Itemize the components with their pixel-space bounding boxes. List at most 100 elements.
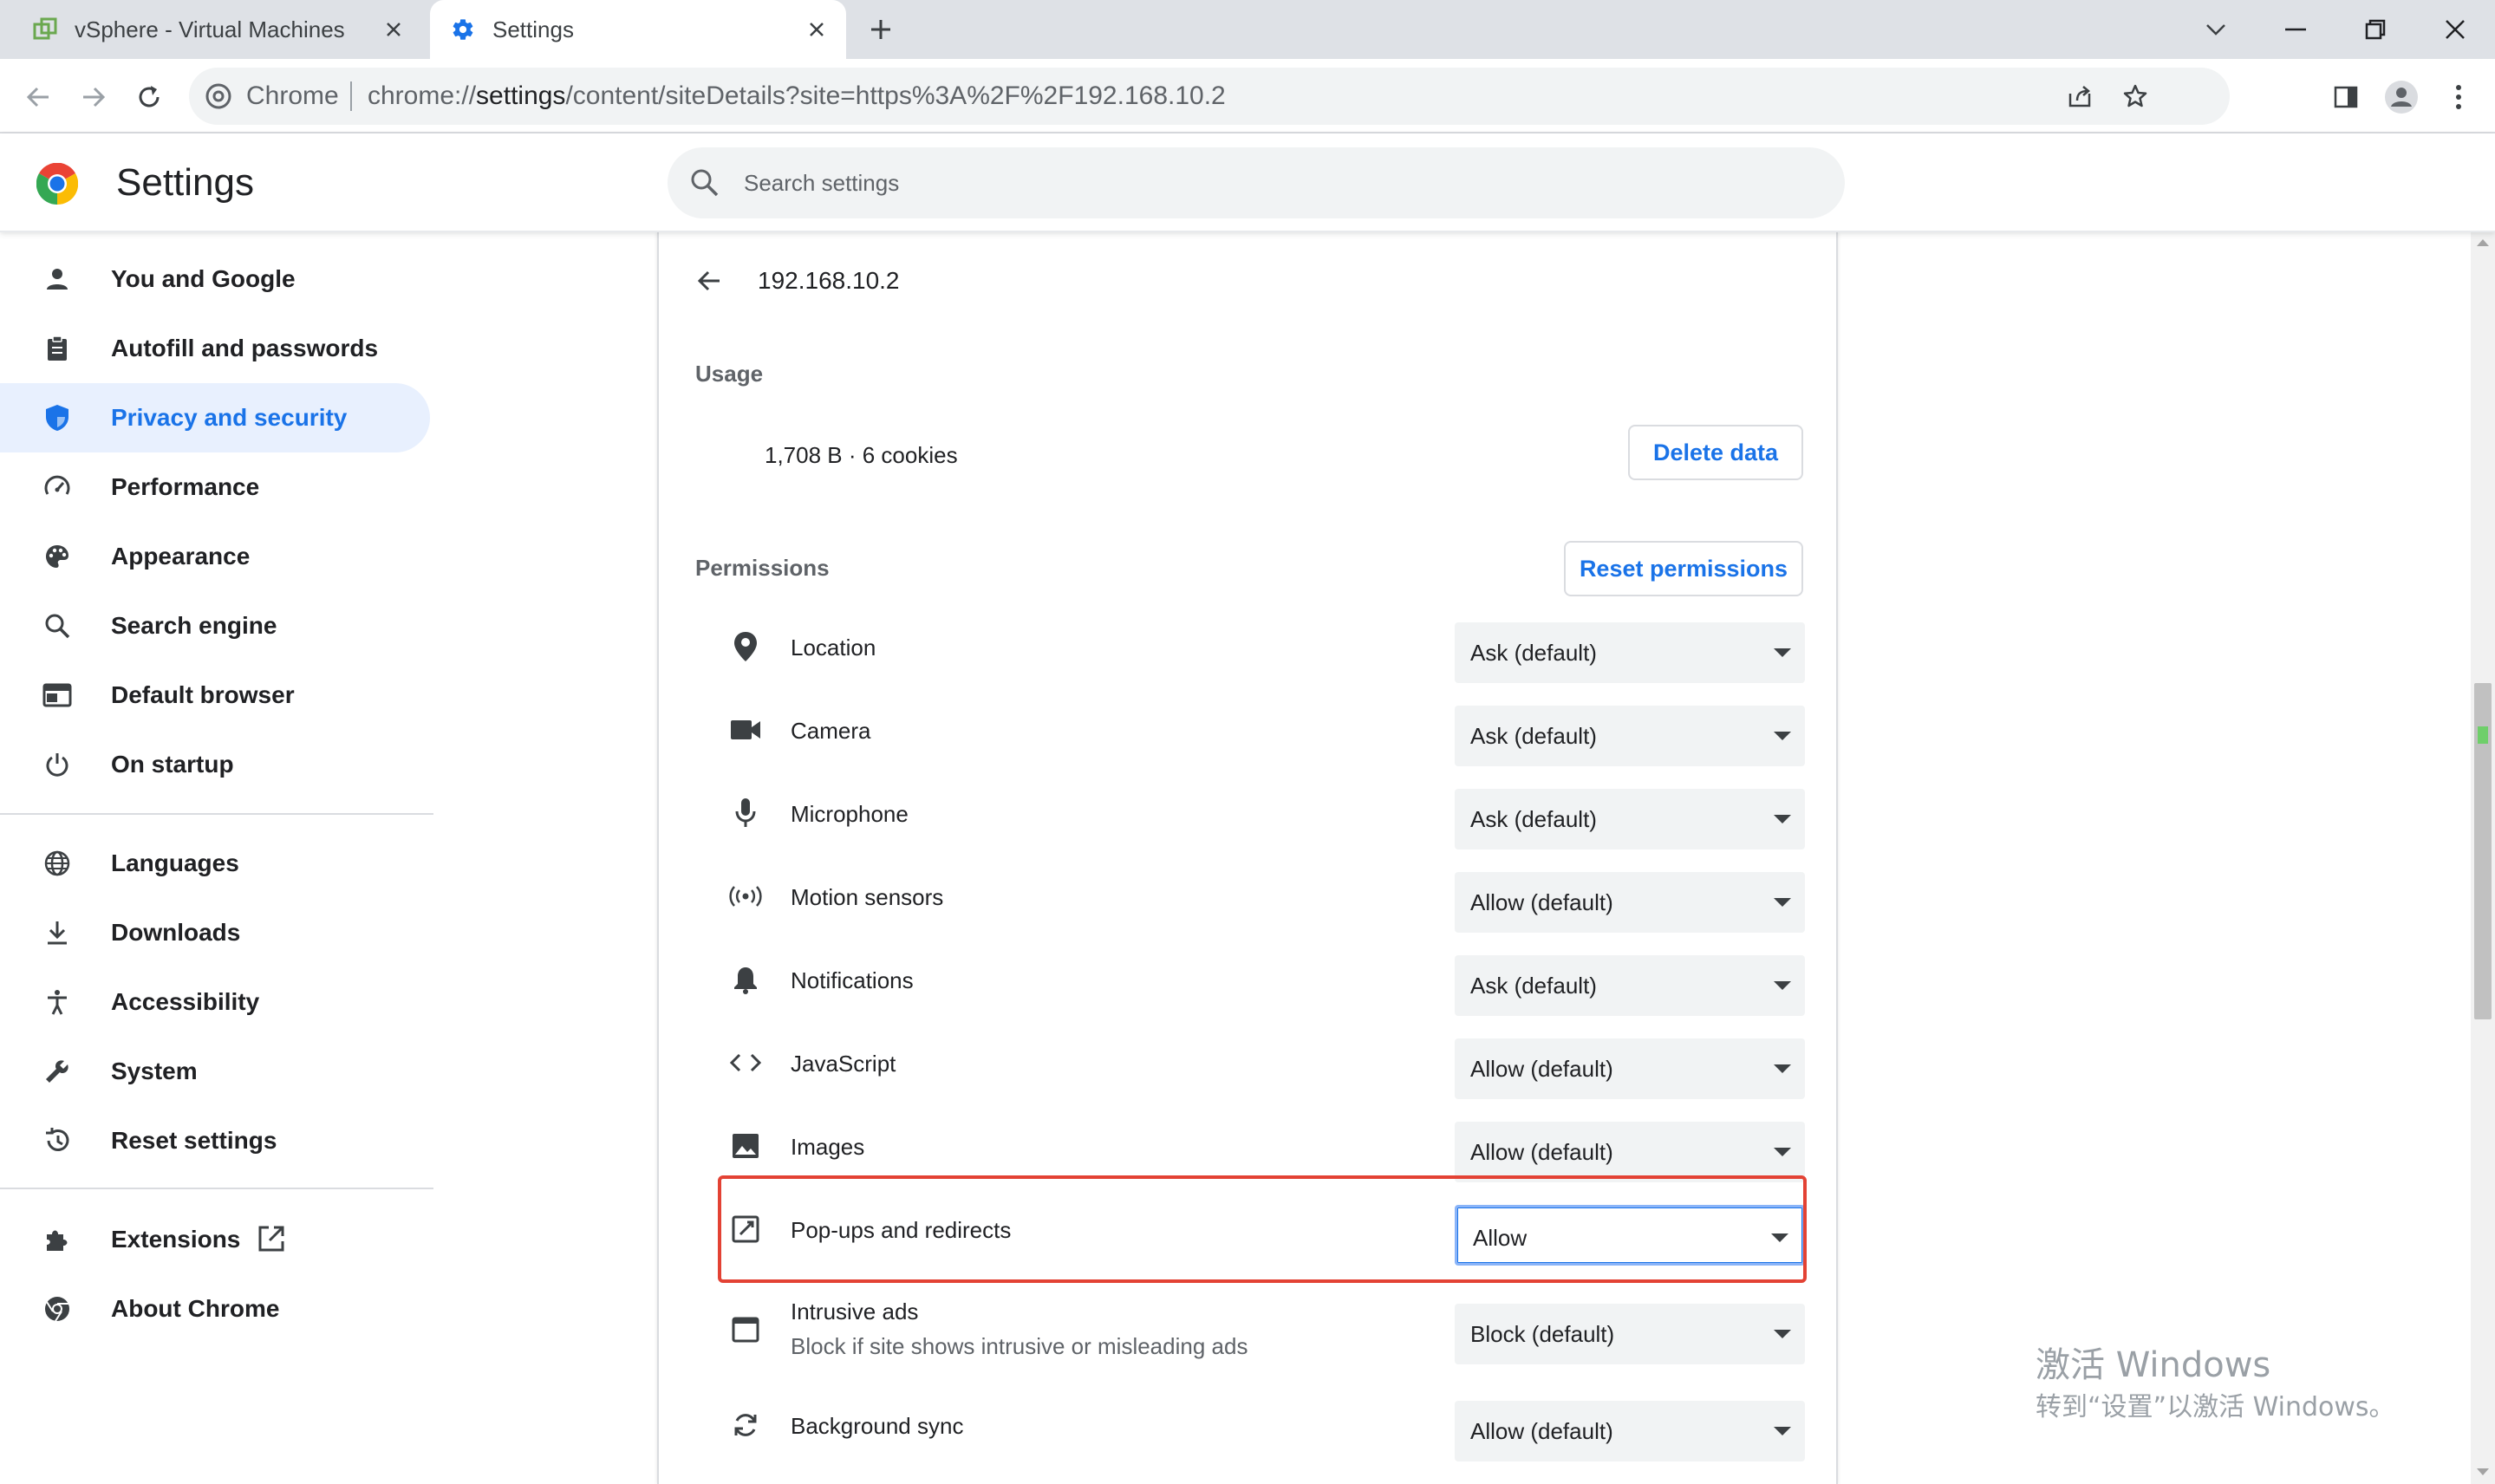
new-tab-button[interactable] [865,14,896,45]
puzzle-icon [42,1224,73,1255]
delete-data-button[interactable]: Delete data [1628,425,1803,480]
dropdown-caret-icon [1774,1064,1791,1073]
tab-vsphere[interactable]: vSphere - Virtual Machines [12,0,423,59]
bookmark-star-icon[interactable] [2120,81,2150,111]
usage-heading: Usage [695,361,764,387]
dropdown-caret-icon [1774,1427,1791,1435]
select-value: Ask (default) [1470,640,1597,666]
sidebar-item-autofill[interactable]: Autofill and passwords [0,314,430,383]
sidebar-item-label: Reset settings [111,1127,277,1154]
sidebar-divider [0,1188,433,1189]
sidebar-item-extensions[interactable]: Extensions [0,1205,430,1274]
permission-select-motion-sensors[interactable]: Allow (default) [1455,872,1805,933]
permission-select-microphone[interactable]: Ask (default) [1455,789,1805,849]
sidebar-divider [0,813,433,815]
forward-button[interactable] [73,76,114,118]
permission-row-camera: Camera Ask (default) [728,688,1805,771]
permission-select-background-sync[interactable]: Allow (default) [1455,1401,1805,1461]
restore-icon[interactable] [2349,9,2401,50]
dropdown-caret-icon [1774,898,1791,907]
sidebar-item-about-chrome[interactable]: About Chrome [0,1274,430,1344]
sidebar-item-default-browser[interactable]: Default browser [0,661,430,730]
permission-label: Camera [791,718,871,744]
sidebar-item-label: Accessibility [111,988,260,1015]
permission-select-images[interactable]: Allow (default) [1455,1122,1805,1182]
sidebar-item-search-engine[interactable]: Search engine [0,591,430,661]
share-icon[interactable] [2065,81,2094,111]
power-icon [42,749,73,780]
permission-label: Background sync [791,1413,964,1439]
permission-select-popups[interactable]: Allow [1455,1205,1805,1266]
sidebar-item-label: Downloads [111,919,241,946]
dropdown-caret-icon [1771,1233,1788,1242]
person-icon [42,264,73,295]
select-value: Ask (default) [1470,723,1597,749]
close-window-icon[interactable] [2429,9,2481,50]
sidebar-item-appearance[interactable]: Appearance [0,522,430,591]
tab-settings[interactable]: Settings [430,0,846,59]
select-value: Allow (default) [1470,889,1613,915]
sidebar-item-label: System [111,1058,198,1084]
sidebar-item-system[interactable]: System [0,1037,430,1106]
sidebar-item-performance[interactable]: Performance [0,452,430,522]
permission-select-notifications[interactable]: Ask (default) [1455,955,1805,1016]
scroll-up-icon[interactable] [2477,239,2489,246]
accessibility-icon [42,986,73,1018]
sidebar-item-languages[interactable]: Languages [0,829,430,898]
sidebar-item-you-and-google[interactable]: You and Google [0,244,430,314]
permission-select-camera[interactable]: Ask (default) [1455,706,1805,766]
dropdown-caret-icon [1774,1330,1791,1338]
permission-select-javascript[interactable]: Allow (default) [1455,1038,1805,1099]
select-value: Ask (default) [1470,806,1597,832]
back-arrow-icon[interactable] [692,264,726,298]
select-value: Ask (default) [1470,973,1597,999]
open-in-new-icon [258,1226,284,1252]
shield-icon [42,402,73,433]
permission-label: Notifications [791,967,914,993]
permission-label: JavaScript [791,1051,896,1077]
address-bar[interactable]: Chrome chrome://settings/content/siteDet… [189,68,2230,125]
more-menu-icon[interactable] [2438,76,2479,118]
browser-toolbar: Chrome chrome://settings/content/siteDet… [0,59,2495,133]
chrome-icon [42,1293,73,1325]
ad-window-icon [728,1312,763,1347]
search-input[interactable] [744,147,1784,218]
dropdown-caret-icon [1774,815,1791,823]
side-panel-icon[interactable] [2325,76,2367,118]
minimize-icon[interactable] [2270,9,2322,50]
search-icon [42,610,73,641]
permission-row-images: Images Allow (default) [728,1104,1805,1188]
sidebar-item-downloads[interactable]: Downloads [0,898,430,967]
dropdown-caret-icon [1774,648,1791,657]
back-button[interactable] [17,76,59,118]
sidebar-item-on-startup[interactable]: On startup [0,730,430,799]
permission-label: Location [791,635,876,661]
search-box[interactable] [668,147,1845,218]
activation-watermark-title: 激活 Windows [2036,1345,2271,1385]
page-scrollbar[interactable] [2471,232,2495,1484]
close-tab-icon[interactable] [380,16,407,43]
tab-search-chevron-icon[interactable] [2190,9,2242,50]
sidebar-item-label: Appearance [111,543,251,570]
profile-avatar-icon[interactable] [2381,76,2422,118]
permission-row-intrusive-ads: Intrusive ads Block if site shows intrus… [728,1283,1805,1378]
sidebar-item-label: Performance [111,473,260,500]
camera-icon [728,713,763,747]
close-tab-icon[interactable] [803,16,831,43]
reload-button[interactable] [128,76,170,118]
download-icon [42,917,73,948]
permission-select-intrusive-ads[interactable]: Block (default) [1455,1304,1805,1364]
sidebar-item-label: About Chrome [111,1295,280,1322]
sidebar-item-reset-settings[interactable]: Reset settings [0,1106,430,1175]
image-icon [728,1129,763,1163]
scroll-down-icon[interactable] [2477,1468,2489,1475]
sidebar-item-privacy[interactable]: Privacy and security [0,383,430,452]
sidebar-item-accessibility[interactable]: Accessibility [0,967,430,1037]
history-icon [42,1125,73,1156]
permission-row-location: Location Ask (default) [728,605,1805,688]
palette-icon [42,541,73,572]
permission-label: Motion sensors [791,884,944,910]
permission-select-location[interactable]: Ask (default) [1455,622,1805,683]
bell-icon [728,962,763,997]
reset-permissions-button[interactable]: Reset permissions [1564,541,1803,596]
